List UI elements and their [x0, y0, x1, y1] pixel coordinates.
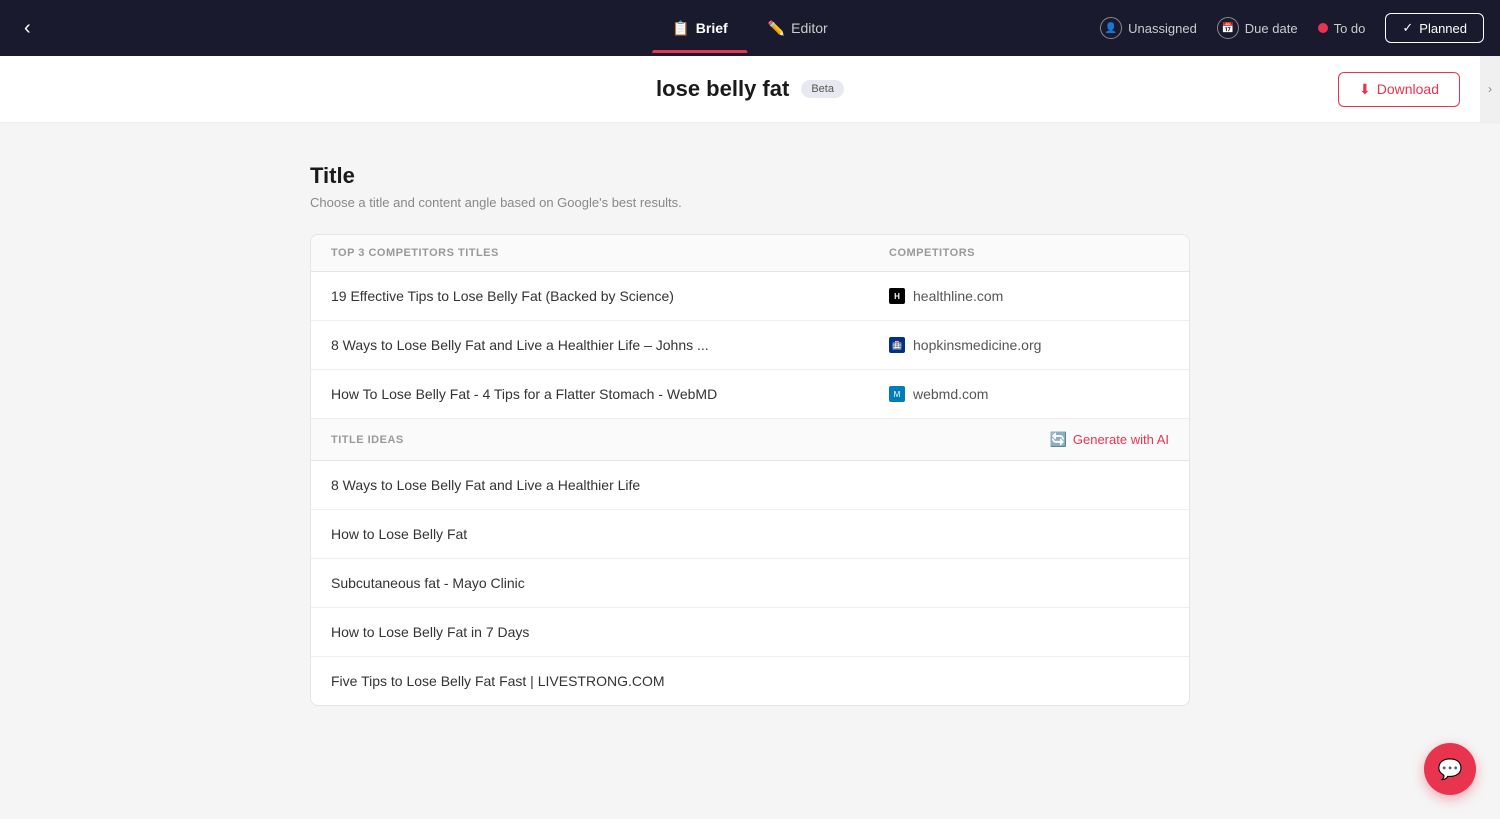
- table-row[interactable]: How To Lose Belly Fat - 4 Tips for a Fla…: [311, 370, 1189, 419]
- title-ideas-header: TITLE IDEAS 🔄 Generate with AI: [311, 419, 1189, 461]
- page-header: lose belly fat Beta ⬇ Download ›: [0, 56, 1500, 123]
- competitor-title: 19 Effective Tips to Lose Belly Fat (Bac…: [331, 288, 889, 304]
- competitor-cell: M webmd.com: [889, 386, 1169, 402]
- competitor-cell: H healthline.com: [889, 288, 1169, 304]
- competitor-title: 8 Ways to Lose Belly Fat and Live a Heal…: [331, 337, 889, 353]
- competitor-title: How To Lose Belly Fat - 4 Tips for a Fla…: [331, 386, 889, 402]
- header-competitors: COMPETITORS: [889, 247, 1169, 259]
- download-icon: ⬇: [1359, 81, 1371, 98]
- table-row[interactable]: 19 Effective Tips to Lose Belly Fat (Bac…: [311, 272, 1189, 321]
- header-titles: TOP 3 COMPETITORS TITLES: [331, 247, 889, 259]
- list-item[interactable]: How to Lose Belly Fat: [311, 510, 1189, 559]
- calendar-icon: 📅: [1217, 17, 1239, 39]
- list-item[interactable]: Subcutaneous fat - Mayo Clinic: [311, 559, 1189, 608]
- section-subtitle: Choose a title and content angle based o…: [310, 195, 1190, 210]
- collapse-panel-button[interactable]: ›: [1480, 56, 1500, 122]
- list-item[interactable]: 8 Ways to Lose Belly Fat and Live a Heal…: [311, 461, 1189, 510]
- competitor-cell: 🏥 hopkinsmedicine.org: [889, 337, 1169, 353]
- section-title: Title: [310, 163, 1190, 189]
- chat-icon: 💬: [1438, 757, 1463, 782]
- title-ideas-label: TITLE IDEAS: [331, 434, 404, 446]
- refresh-icon: 🔄: [1049, 431, 1066, 448]
- main-content: Title Choose a title and content angle b…: [270, 123, 1230, 814]
- page-title: lose belly fat: [656, 76, 789, 102]
- tab-editor[interactable]: ✏️ Editor: [748, 12, 848, 45]
- user-icon: 👤: [1100, 17, 1122, 39]
- table-row[interactable]: 8 Ways to Lose Belly Fat and Live a Heal…: [311, 321, 1189, 370]
- due-date-action[interactable]: 📅 Due date: [1217, 17, 1298, 39]
- competitors-table: TOP 3 COMPETITORS TITLES COMPETITORS 19 …: [310, 234, 1190, 706]
- favicon-healthline: H: [889, 288, 905, 304]
- assignee-action[interactable]: 👤 Unassigned: [1100, 17, 1197, 39]
- generate-ai-button[interactable]: 🔄 Generate with AI: [1049, 431, 1169, 448]
- nav-actions: 👤 Unassigned 📅 Due date To do ✓ Planned: [1100, 13, 1484, 43]
- checkmark-icon: ✓: [1402, 20, 1413, 36]
- status-action[interactable]: To do: [1318, 21, 1366, 36]
- favicon-hopkins: 🏥: [889, 337, 905, 353]
- list-item[interactable]: How to Lose Belly Fat in 7 Days: [311, 608, 1189, 657]
- title-area: lose belly fat Beta: [656, 76, 844, 102]
- chat-button[interactable]: 💬: [1424, 743, 1476, 795]
- beta-badge: Beta: [801, 80, 844, 98]
- status-dot: [1318, 23, 1328, 33]
- editor-icon: ✏️: [768, 20, 785, 37]
- download-button[interactable]: ⬇ Download: [1338, 72, 1460, 107]
- favicon-webmd: M: [889, 386, 905, 402]
- top-nav: ‹ 📋 Brief ✏️ Editor 👤 Unassigned 📅 Due d…: [0, 0, 1500, 56]
- back-button[interactable]: ‹: [16, 13, 39, 44]
- table-header: TOP 3 COMPETITORS TITLES COMPETITORS: [311, 235, 1189, 272]
- list-item[interactable]: Five Tips to Lose Belly Fat Fast | LIVES…: [311, 657, 1189, 705]
- nav-tabs: 📋 Brief ✏️ Editor: [652, 12, 847, 45]
- planned-button[interactable]: ✓ Planned: [1385, 13, 1484, 43]
- brief-icon: 📋: [672, 20, 689, 37]
- tab-brief[interactable]: 📋 Brief: [652, 12, 747, 45]
